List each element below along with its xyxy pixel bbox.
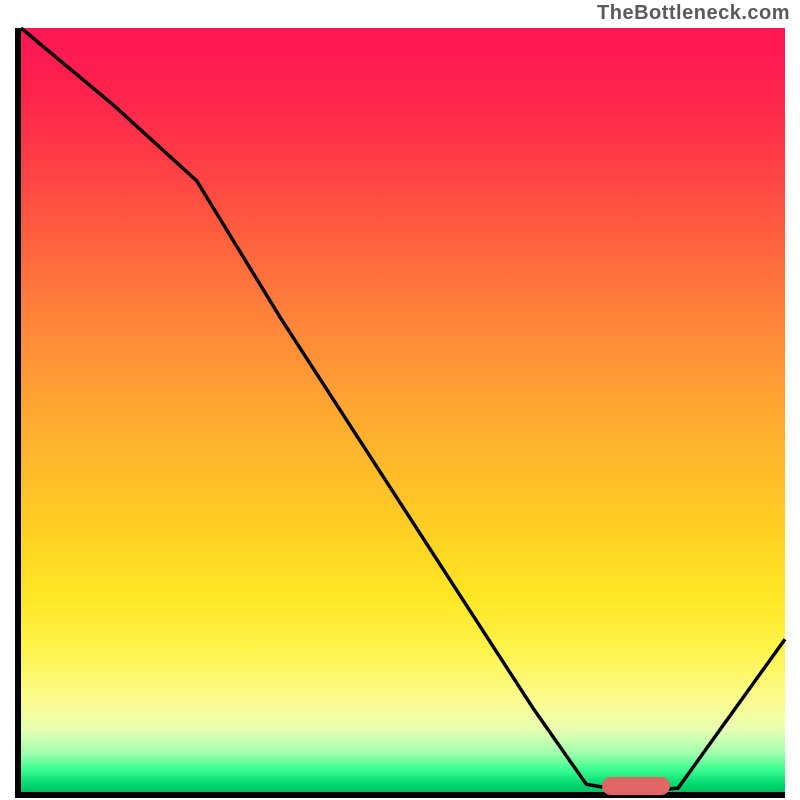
watermark-text: TheBottleneck.com: [597, 2, 790, 25]
optimal-range-marker: [602, 777, 671, 795]
curve-layer: [21, 28, 785, 792]
plot-area: [15, 28, 785, 798]
bottleneck-curve: [21, 28, 785, 792]
chart-viewport: TheBottleneck.com: [0, 0, 800, 800]
